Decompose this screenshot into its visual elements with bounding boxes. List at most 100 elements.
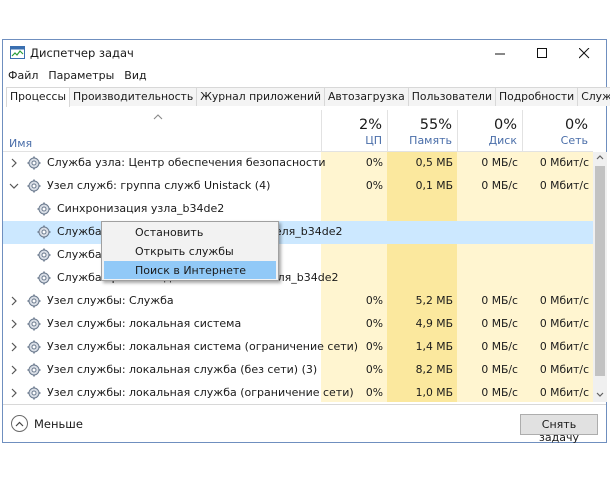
menu-options[interactable]: Параметры bbox=[43, 67, 119, 86]
gear-icon bbox=[37, 202, 51, 216]
window-title: Диспетчер задач bbox=[30, 46, 134, 60]
caret-up-icon bbox=[153, 114, 163, 120]
fewer-details-button[interactable]: Меньше bbox=[11, 415, 83, 432]
cpu-value: 0% bbox=[365, 386, 383, 399]
disk-label: Диск bbox=[488, 134, 517, 147]
table-row[interactable]: Служба контактов_b34de2 bbox=[3, 244, 593, 267]
disk-value: 0 МБ/с bbox=[481, 363, 518, 376]
chevron-right-icon[interactable] bbox=[9, 296, 19, 306]
scroll-down-icon[interactable] bbox=[596, 392, 604, 398]
disk-value: 0 МБ/с bbox=[481, 317, 518, 330]
memory-value: 5,2 МБ bbox=[415, 294, 453, 307]
column-header-row: Имя 2% ЦП 55% Память 0% Диск 0% Сеть bbox=[3, 110, 593, 152]
gear-icon bbox=[37, 271, 51, 285]
ctx-search-online[interactable]: Поиск в Интернете bbox=[104, 261, 276, 279]
gear-icon bbox=[27, 317, 41, 331]
memory-value: 0,1 МБ bbox=[415, 179, 453, 192]
menu-bar: Файл Параметры Вид bbox=[3, 67, 152, 86]
title-bar: Диспетчер задач bbox=[3, 40, 606, 67]
chevron-right-icon[interactable] bbox=[9, 158, 19, 168]
gear-icon bbox=[27, 294, 41, 308]
process-name: Узел службы: локальная система bbox=[47, 317, 242, 330]
table-row[interactable]: Узел службы: локальная служба (ограничен… bbox=[3, 382, 593, 402]
memory-value: 0,5 МБ bbox=[415, 156, 453, 169]
process-name: Узел службы: локальная система (ограниче… bbox=[47, 340, 359, 353]
memory-value: 1,0 МБ bbox=[415, 386, 453, 399]
vertical-scrollbar[interactable] bbox=[593, 152, 607, 402]
ctx-stop[interactable]: Остановить bbox=[104, 223, 276, 241]
close-button[interactable] bbox=[564, 40, 604, 67]
tab-services[interactable]: Службы bbox=[577, 87, 610, 106]
tab-users[interactable]: Пользователи bbox=[407, 87, 496, 106]
table-row[interactable]: Узел службы: Служба 0% 5,2 МБ 0 МБ/с 0 Мбит/… bbox=[3, 290, 593, 313]
tab-details[interactable]: Подробности bbox=[494, 87, 579, 106]
table-row[interactable]: Служба доступа к данным пользователя_b34… bbox=[3, 221, 593, 244]
gear-icon bbox=[37, 248, 51, 262]
chevron-right-icon[interactable] bbox=[9, 319, 19, 329]
disk-value: 0 МБ/с bbox=[481, 179, 518, 192]
end-task-button[interactable]: Снять задачу bbox=[520, 414, 598, 444]
gear-icon bbox=[27, 340, 41, 354]
minimize-button[interactable] bbox=[480, 40, 520, 67]
table-row[interactable]: Служба хранения данных пользователя_b34d… bbox=[3, 267, 593, 290]
chevron-down-icon[interactable] bbox=[9, 181, 19, 191]
gear-icon bbox=[27, 386, 41, 400]
maximize-button[interactable] bbox=[522, 40, 562, 67]
memory-total-pct: 55% bbox=[419, 117, 452, 133]
ctx-open-services[interactable]: Открыть службы bbox=[104, 242, 276, 260]
chevron-right-icon[interactable] bbox=[9, 365, 19, 375]
table-row[interactable]: Синхронизация узла_b34de2 bbox=[3, 198, 593, 221]
disk-value: 0 МБ/с bbox=[481, 156, 518, 169]
disk-value: 0 МБ/с bbox=[481, 386, 518, 399]
tab-processes[interactable]: Процессы bbox=[6, 87, 70, 107]
memory-label: Память bbox=[409, 134, 452, 147]
table-row[interactable]: Служба узла: Центр обеспечения безопасно… bbox=[3, 152, 593, 175]
gear-icon bbox=[27, 156, 41, 170]
scroll-up-icon[interactable] bbox=[596, 154, 604, 160]
process-name: Служба узла: Центр обеспечения безопасно… bbox=[47, 156, 326, 169]
gear-icon bbox=[27, 363, 41, 377]
column-disk-header[interactable]: 0% Диск bbox=[457, 110, 522, 152]
task-manager-window: Диспетчер задач Файл Параметры Вид Проце… bbox=[2, 39, 610, 444]
column-network-header[interactable]: 0% Сеть bbox=[522, 110, 593, 152]
task-manager-icon bbox=[10, 46, 25, 59]
cpu-total-pct: 2% bbox=[358, 117, 382, 133]
network-value: 0 Мбит/с bbox=[539, 156, 589, 169]
fewer-details-label: Меньше bbox=[34, 416, 83, 431]
minimize-icon bbox=[494, 53, 505, 55]
column-cpu-header[interactable]: 2% ЦП bbox=[321, 110, 387, 152]
cpu-value: 0% bbox=[365, 317, 383, 330]
tab-performance[interactable]: Производительность bbox=[68, 87, 198, 106]
chevron-right-icon[interactable] bbox=[9, 342, 19, 352]
table-row[interactable]: Узел служб: группа служб Unistack (4) 0% 0… bbox=[3, 175, 593, 198]
maximize-icon bbox=[536, 48, 547, 58]
chevron-up-circle-icon bbox=[11, 415, 28, 432]
network-label: Сеть bbox=[560, 134, 588, 147]
table-row[interactable]: Узел службы: локальная система 0% 4,9 МБ 0 … bbox=[3, 313, 593, 336]
menu-view[interactable]: Вид bbox=[119, 67, 151, 86]
network-total-pct: 0% bbox=[564, 117, 588, 133]
memory-value: 8,2 МБ bbox=[415, 363, 453, 376]
column-memory-header[interactable]: 55% Память bbox=[387, 110, 457, 152]
tab-strip: Процессы Производительность Журнал прило… bbox=[6, 87, 610, 107]
process-name: Узел служб: группа служб Unistack (4) bbox=[47, 179, 271, 192]
disk-value: 0 МБ/с bbox=[481, 340, 518, 353]
network-value: 0 Мбит/с bbox=[539, 179, 589, 192]
cpu-value: 0% bbox=[365, 179, 383, 192]
chevron-right-icon[interactable] bbox=[9, 388, 19, 398]
network-value: 0 Мбит/с bbox=[539, 363, 589, 376]
tab-app-history[interactable]: Журнал приложений bbox=[196, 87, 325, 106]
footer-bar: Меньше Снять задачу bbox=[3, 404, 606, 444]
menu-file[interactable]: Файл bbox=[3, 67, 43, 86]
table-row[interactable]: Узел службы: локальная служба (без сети)… bbox=[3, 359, 593, 382]
gear-icon bbox=[27, 179, 41, 193]
column-name-header[interactable]: Имя bbox=[9, 137, 32, 150]
cpu-value: 0% bbox=[365, 294, 383, 307]
process-list: Служба узла: Центр обеспечения безопасно… bbox=[3, 152, 593, 402]
network-value: 0 Мбит/с bbox=[539, 317, 589, 330]
network-value: 0 Мбит/с bbox=[539, 294, 589, 307]
scrollbar-thumb[interactable] bbox=[595, 166, 605, 376]
tab-startup[interactable]: Автозагрузка bbox=[324, 87, 409, 106]
disk-total-pct: 0% bbox=[493, 117, 517, 133]
table-row[interactable]: Узел службы: локальная система (ограниче… bbox=[3, 336, 593, 359]
